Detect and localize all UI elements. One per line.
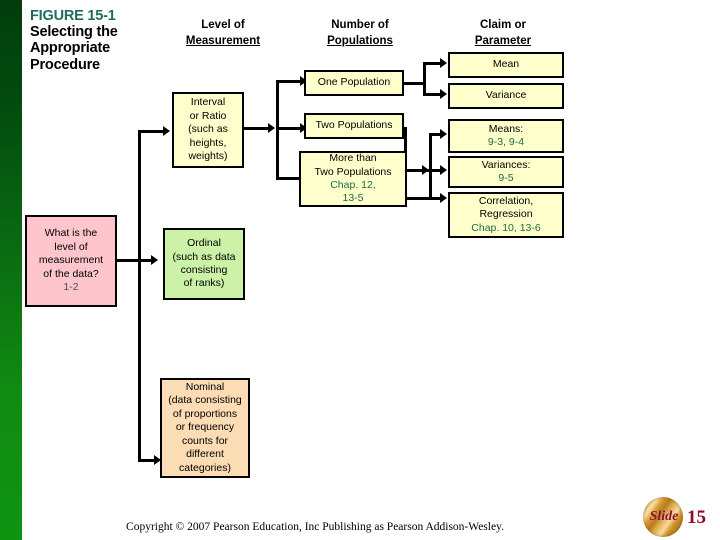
connector-stem-to-ordinal	[138, 259, 152, 262]
nominal-line-4: or frequency	[175, 421, 235, 434]
left-green-accent-bar	[0, 0, 22, 540]
interval-line-4: heights,	[189, 136, 227, 149]
population-box-more-than-two-populations[interactable]: More than Two Populations Chap. 12, 13-5	[299, 151, 407, 207]
level-box-nominal[interactable]: Nominal (data consisting of proportions …	[160, 378, 250, 478]
variances-label: Variances:	[481, 158, 531, 171]
interval-line-1: Interval	[190, 96, 226, 109]
arrowhead-variances	[440, 165, 447, 175]
parameter-box-correlation-regression[interactable]: Correlation, Regression Chap. 10, 13-6	[448, 192, 564, 238]
means-label: Means:	[488, 122, 524, 135]
start-chapter-ref: 1-2	[63, 281, 79, 294]
arrowhead-mean	[440, 58, 447, 68]
slide-number-label: 15	[687, 507, 706, 528]
connector-interval-to-popstem	[244, 127, 269, 130]
arrowhead-merge	[422, 165, 429, 175]
figure-title-block: FIGURE 15-1 Selecting the Appropriate Pr…	[30, 8, 160, 73]
nominal-line-6: different	[186, 448, 224, 461]
correlation-line-2: Regression	[479, 208, 533, 221]
one-population-label: One Population	[317, 76, 391, 89]
arrowhead-ordinal	[151, 255, 158, 265]
level-box-ordinal[interactable]: Ordinal (such as data consisting of rank…	[163, 228, 245, 300]
connector-to-mean	[423, 62, 441, 65]
level-box-interval-or-ratio[interactable]: Interval or Ratio (such as heights, weig…	[172, 92, 244, 168]
nominal-line-3: of proportions	[172, 407, 238, 420]
arrowhead-interval	[163, 126, 170, 136]
means-chapter-ref: 9-3, 9-4	[487, 136, 525, 148]
figure-title-line-1: Selecting the	[30, 24, 118, 41]
column-header-claim-or-parameter: Claim or Parameter	[428, 18, 578, 49]
connector-more-than-two-out	[407, 197, 430, 200]
connector-stem-to-more-than-two	[276, 177, 301, 180]
figure-id: FIGURE 15-1	[30, 8, 116, 24]
column-header-line-1: Number of	[331, 19, 389, 31]
more-than-two-line-1: More than	[329, 152, 377, 165]
correlation-line-1: Correlation,	[478, 194, 534, 207]
arrowhead-means	[440, 129, 447, 139]
parameter-box-variance[interactable]: Variance	[448, 83, 564, 109]
column-header-line-1: Claim or	[479, 19, 526, 31]
slide-word-label: Slide	[649, 509, 679, 524]
ordinal-line-3: consisting	[180, 264, 228, 276]
nominal-line-2: (data consisting	[168, 394, 242, 407]
connector-stem-to-nominal	[138, 459, 155, 462]
slide-number-badge: Slide 15	[643, 497, 719, 539]
ordinal-line-4: of ranks)	[183, 277, 225, 290]
start-line-4: of the data?	[43, 267, 99, 280]
slide-canvas: FIGURE 15-1 Selecting the Appropriate Pr…	[0, 0, 720, 540]
column-header-level-of-measurement: Level of Measurement	[148, 18, 298, 49]
nominal-line-5: counts for	[181, 434, 229, 447]
column-header-line-2: Parameter	[474, 34, 532, 47]
two-populations-label: Two Populations	[315, 119, 393, 132]
connector-to-variance	[423, 93, 441, 96]
column-header-line-2: Populations	[327, 34, 393, 47]
ordinal-line-1: Ordinal	[187, 237, 221, 250]
variances-chapter-ref: 9-5	[498, 172, 514, 184]
arrowhead-correlation	[440, 193, 447, 203]
start-line-1: What is the	[44, 227, 98, 240]
more-than-two-line-2: Two Populations	[314, 165, 392, 178]
arrowhead-popstem	[268, 123, 275, 133]
start-line-3: measurement	[38, 254, 104, 267]
figure-title-line-2: Appropriate	[30, 40, 110, 57]
copyright-notice: Copyright © 2007 Pearson Education, Inc …	[126, 521, 504, 533]
variance-label: Variance	[485, 89, 527, 102]
connector-stem-to-interval	[138, 130, 164, 133]
interval-line-5: weights)	[188, 150, 228, 163]
connector-parameter-stem	[429, 133, 432, 200]
interval-line-2: or Ratio	[189, 109, 227, 122]
connector-level-stem	[138, 130, 141, 462]
column-header-line-1: Level of	[201, 19, 245, 31]
interval-line-3: (such as	[188, 123, 228, 136]
ordinal-line-2: (such as data	[172, 250, 236, 263]
parameter-box-variances[interactable]: Variances: 9-5	[448, 156, 564, 188]
mean-label: Mean	[492, 58, 520, 71]
nominal-line-1: Nominal	[185, 380, 225, 393]
connector-one-population-split	[423, 62, 426, 96]
more-than-two-chapter-ref-1: Chap. 12,	[330, 179, 376, 191]
population-box-two-populations[interactable]: Two Populations	[304, 113, 404, 139]
connector-stem-to-one-population	[276, 80, 301, 83]
more-than-two-chapter-ref-2: 13-5	[342, 192, 364, 205]
figure-title-line-3: Procedure	[30, 56, 100, 73]
column-header-number-of-populations: Number of Populations	[285, 18, 435, 49]
population-box-one-population[interactable]: One Population	[304, 70, 404, 96]
nominal-line-7: categories)	[179, 461, 231, 474]
column-header-line-2: Measurement	[185, 34, 261, 47]
arrowhead-variance	[440, 89, 447, 99]
start-line-2: level of	[54, 240, 88, 253]
parameter-box-means[interactable]: Means: 9-3, 9-4	[448, 119, 564, 153]
start-question-box[interactable]: What is the level of measurement of the …	[25, 215, 117, 307]
connector-population-stem	[276, 80, 279, 180]
correlation-chapter-ref: Chap. 10, 13-6	[471, 221, 541, 234]
parameter-box-mean[interactable]: Mean	[448, 52, 564, 78]
connector-stem-to-two-populations	[276, 127, 301, 130]
